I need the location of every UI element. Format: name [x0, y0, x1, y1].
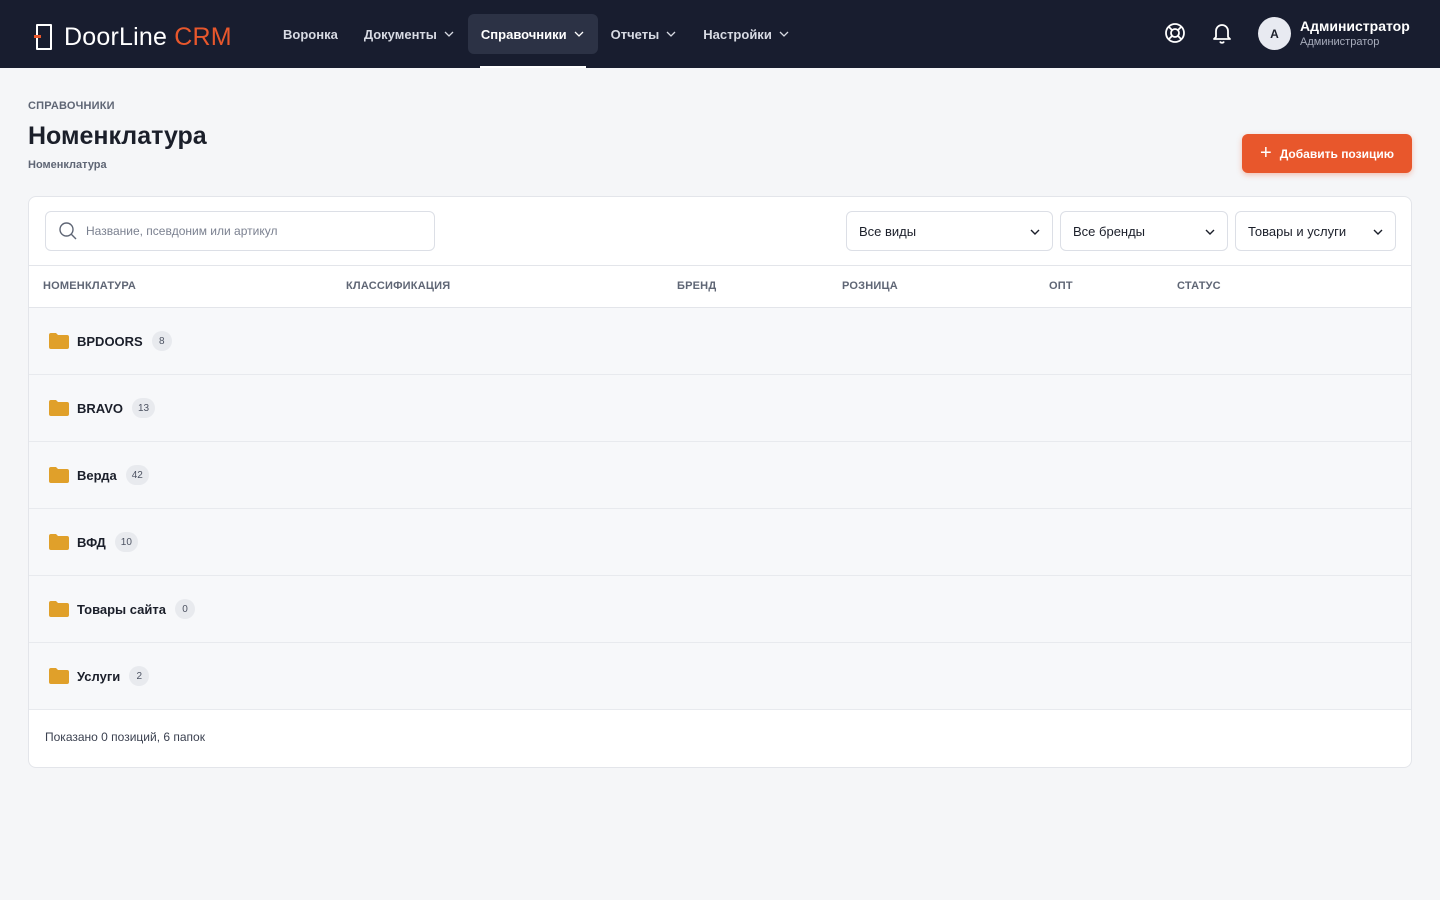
nav-item-label: Воронка: [283, 26, 338, 42]
page-title: Номенклатура: [28, 122, 207, 150]
type-select[interactable]: Все виды: [846, 211, 1053, 251]
lifebuoy-icon: [1165, 23, 1185, 43]
bell-icon: [1213, 24, 1231, 44]
breadcrumb[interactable]: Номенклатура: [28, 159, 107, 171]
avatar: A: [1258, 17, 1291, 50]
user-menu[interactable]: A Администратор Администратор: [1258, 17, 1410, 50]
folder-count-badge: 0: [174, 599, 195, 619]
main-nav: Воронка Документы Справочники Отчеты Нас…: [270, 14, 803, 68]
folder-icon: [49, 333, 69, 349]
table-row[interactable]: Товары сайта 0: [29, 576, 1411, 643]
category-select[interactable]: Товары и услуги: [1235, 211, 1396, 251]
table-row[interactable]: Услуги 2: [29, 643, 1411, 710]
table-row[interactable]: BPDOORS 8: [29, 308, 1411, 375]
nav-item-label: Документы: [363, 26, 437, 42]
chevron-down-icon: [1030, 229, 1040, 235]
folder-name: Верда: [77, 467, 117, 483]
folder-name: ВФД: [77, 534, 106, 550]
nav-item-label: Настройки: [703, 26, 772, 42]
nav-item-documents[interactable]: Документы: [351, 14, 468, 54]
folder-count-badge: 2: [129, 666, 150, 686]
chevron-down-icon: [1373, 229, 1383, 235]
section-eyebrow: СПРАВОЧНИКИ: [28, 100, 115, 112]
column-header-wholesale[interactable]: ОПТ: [1049, 280, 1073, 292]
nav-item-label: Отчеты: [610, 26, 660, 42]
chevron-down-icon: [779, 31, 789, 37]
logo-text: DoorLine CRM: [64, 23, 232, 52]
table-row[interactable]: BRAVO 13: [29, 375, 1411, 442]
column-header-nomenclature[interactable]: НОМЕНКЛАТУРА: [43, 280, 136, 292]
folder-name: BRAVO: [77, 400, 123, 416]
folder-count-badge: 8: [151, 331, 172, 351]
folder-count-badge: 42: [125, 465, 149, 485]
folder-list: BPDOORS 8 BRAVO 13 Верда 42 ВФД 10 Товар…: [29, 308, 1411, 710]
folder-icon: [49, 467, 69, 483]
table-row[interactable]: ВФД 10: [29, 509, 1411, 576]
brand-select-value: Все бренды: [1073, 223, 1146, 239]
column-header-retail[interactable]: РОЗНИЦА: [842, 280, 898, 292]
folder-name: Товары сайта: [77, 601, 166, 617]
help-button[interactable]: [1163, 21, 1187, 45]
top-navbar: DoorLine CRM Воронка Документы Справочни…: [0, 0, 1440, 68]
notifications-button[interactable]: [1210, 21, 1234, 45]
add-item-label: Добавить позицию: [1279, 146, 1394, 161]
user-role: Администратор: [1300, 35, 1380, 48]
nav-item-references[interactable]: Справочники: [467, 14, 598, 68]
column-header-status[interactable]: СТАТУС: [1177, 280, 1221, 292]
table-header: НОМЕНКЛАТУРА КЛАССИФИКАЦИЯ БРЕНД РОЗНИЦА…: [29, 265, 1411, 308]
chevron-down-icon: [444, 31, 454, 37]
nav-item-funnel[interactable]: Воронка: [270, 14, 351, 54]
app-logo[interactable]: DoorLine CRM: [34, 22, 232, 52]
top-actions: [1163, 21, 1234, 45]
folder-icon: [49, 400, 69, 416]
folder-icon: [49, 668, 69, 684]
logo-main: DoorLine: [64, 22, 168, 51]
add-item-button[interactable]: + Добавить позицию: [1242, 134, 1412, 173]
column-header-classification[interactable]: КЛАССИФИКАЦИЯ: [346, 280, 450, 292]
column-header-brand[interactable]: БРЕНД: [677, 280, 716, 292]
folder-icon: [49, 534, 69, 550]
chevron-down-icon: [666, 31, 676, 37]
folder-count-badge: 10: [114, 532, 138, 552]
nav-item-label: Справочники: [480, 26, 567, 42]
nav-item-reports[interactable]: Отчеты: [598, 14, 691, 54]
folder-name: BPDOORS: [77, 333, 143, 349]
chevron-down-icon: [574, 31, 584, 37]
folder-icon: [49, 601, 69, 617]
door-logo-icon: [34, 24, 54, 50]
user-info: Администратор Администратор: [1300, 18, 1410, 50]
nomenclature-card: Все виды Все бренды Товары и услуги НОМЕ…: [28, 196, 1412, 768]
type-select-value: Все виды: [859, 223, 917, 239]
search-input[interactable]: [86, 224, 406, 238]
nav-item-settings[interactable]: Настройки: [690, 14, 803, 54]
table-row[interactable]: Верда 42: [29, 442, 1411, 509]
folder-name: Услуги: [77, 668, 121, 684]
plus-icon: +: [1260, 141, 1272, 164]
search-icon: [59, 222, 77, 240]
brand-select[interactable]: Все бренды: [1060, 211, 1228, 251]
logo-accent: CRM: [174, 22, 232, 51]
folder-count-badge: 13: [131, 398, 156, 418]
user-name: Администратор: [1300, 17, 1410, 34]
search-box[interactable]: [45, 211, 435, 251]
category-select-value: Товары и услуги: [1248, 223, 1347, 239]
table-summary: Показано 0 позиций, 6 папок: [45, 730, 205, 744]
chevron-down-icon: [1205, 229, 1215, 235]
